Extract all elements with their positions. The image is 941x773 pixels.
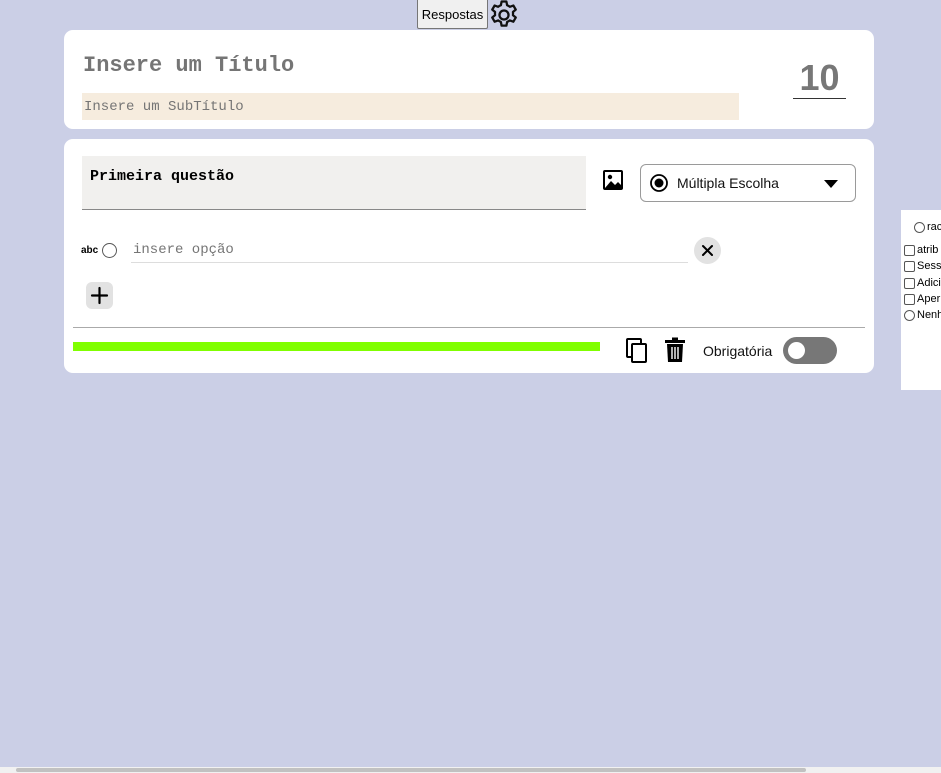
question-card: Primeira questão Múltipla Escolha abc in… [64, 139, 874, 373]
form-header-card: 10 [64, 30, 874, 129]
option-radio [102, 243, 117, 258]
question-text: Primeira questão [90, 168, 235, 185]
side-item-label: rac [927, 221, 941, 233]
checkbox-icon [904, 260, 915, 272]
toggle-knob [788, 342, 805, 359]
gear-icon[interactable] [487, 0, 521, 32]
radio-selected-icon [650, 174, 668, 192]
horizontal-scrollbar[interactable] [0, 767, 941, 773]
checkbox-icon [904, 293, 915, 305]
side-item-label: Adici [917, 277, 941, 289]
caret-down-icon [824, 180, 838, 188]
trash-icon[interactable] [664, 337, 686, 363]
side-item-5[interactable]: Nenh [904, 308, 941, 322]
scrollbar-thumb[interactable] [16, 768, 806, 772]
responses-button[interactable]: Respostas [417, 0, 488, 29]
add-option-button[interactable] [86, 282, 113, 309]
form-subtitle-input[interactable] [82, 93, 739, 120]
side-item-label: Aper [917, 293, 941, 305]
plus-icon [90, 286, 109, 305]
side-item-label: atrib [917, 244, 939, 256]
checkbox-icon [904, 277, 915, 289]
checkbox-icon [904, 244, 915, 256]
side-panel: rac atrib Sess Adici Aper Nenh [901, 210, 941, 390]
side-item-0[interactable]: rac [914, 220, 941, 234]
radio-icon [904, 309, 915, 321]
close-icon [702, 245, 713, 256]
side-item-1[interactable]: atrib [904, 243, 938, 257]
copy-icon[interactable] [625, 337, 648, 364]
side-item-3[interactable]: Adici [904, 276, 941, 290]
side-item-4[interactable]: Aper [904, 292, 940, 306]
side-item-label: Sess [917, 260, 941, 272]
question-type-select[interactable]: Múltipla Escolha [640, 164, 856, 202]
image-icon[interactable] [602, 169, 624, 191]
question-type-label: Múltipla Escolha [677, 175, 779, 191]
form-title-input[interactable] [83, 50, 723, 80]
option-type-label: abc [81, 245, 99, 256]
required-toggle[interactable] [783, 337, 837, 364]
remove-option-button[interactable] [694, 237, 721, 264]
side-item-label: Nenh [917, 309, 941, 321]
radio-icon [914, 221, 925, 233]
score-field[interactable]: 10 [793, 58, 846, 99]
option-input[interactable] [131, 237, 688, 263]
required-label: Obrigatória [703, 343, 773, 359]
side-item-2[interactable]: Sess [904, 259, 941, 273]
progress-bar [73, 342, 600, 351]
divider [73, 327, 865, 328]
progress-fill [73, 342, 600, 351]
question-text-field[interactable]: Primeira questão [82, 156, 586, 210]
